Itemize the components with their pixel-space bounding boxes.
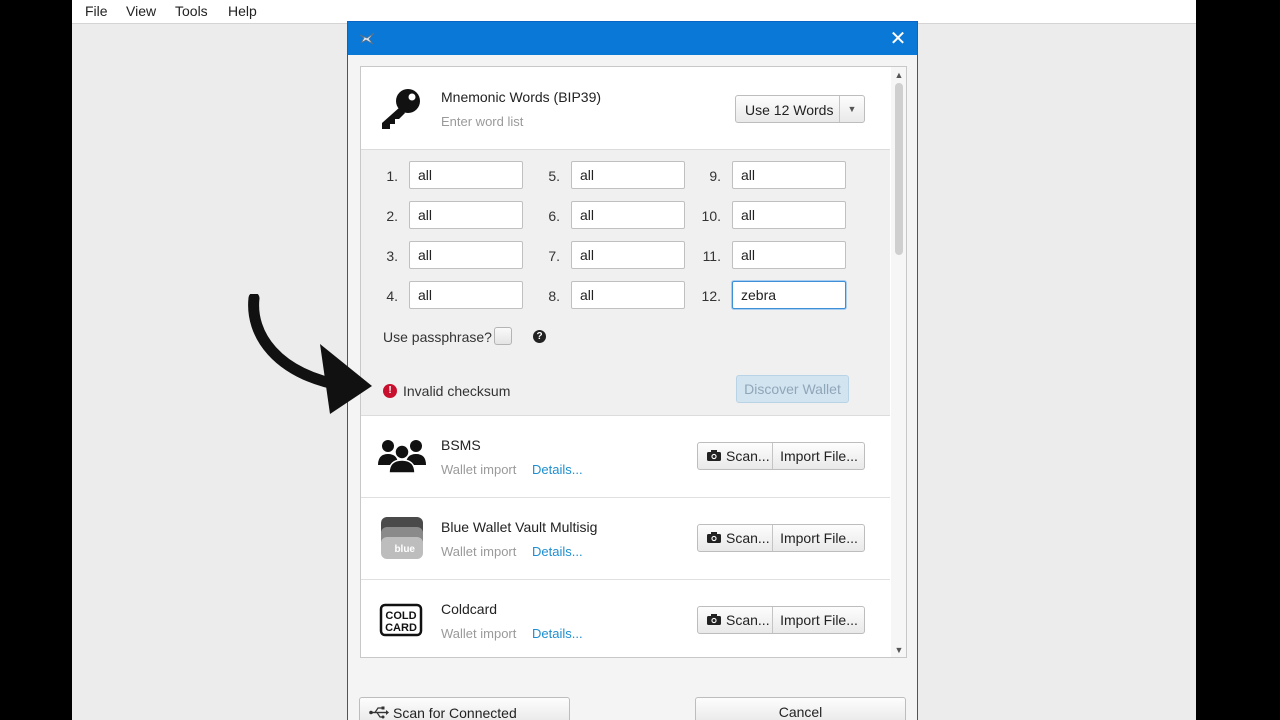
mnemonic-word-grid: 1. 2. 3. 4. 5. 6. 7. 8. 9. 10: [361, 149, 890, 416]
scan-button[interactable]: Scan...: [698, 443, 773, 469]
details-link[interactable]: Details...: [532, 462, 583, 477]
coldcard-icon-text: CARD: [385, 622, 417, 634]
error-icon: !: [383, 384, 397, 398]
word-input-1[interactable]: [409, 161, 523, 189]
word-input-3[interactable]: [409, 241, 523, 269]
chevron-down-icon[interactable]: ▼: [840, 96, 864, 122]
dialog-title-bar[interactable]: ✕: [348, 22, 917, 55]
import-subtitle: Wallet import: [441, 462, 517, 477]
word-number: 8.: [548, 288, 560, 304]
word-number: 3.: [386, 248, 398, 264]
import-title-bsms: BSMS: [441, 437, 481, 453]
passphrase-label: Use passphrase?: [383, 329, 492, 345]
camera-icon: [707, 532, 721, 543]
word-number: 12.: [701, 288, 721, 304]
scan-label: Scan...: [726, 612, 770, 628]
scan-devices-button[interactable]: Scan for Connected Devices: [359, 697, 570, 720]
import-row-bsms: BSMS Wallet import Details... Scan... Im…: [361, 416, 890, 498]
import-file-button[interactable]: Import File...: [774, 525, 864, 551]
word-input-10[interactable]: [732, 201, 846, 229]
word-number: 11.: [702, 248, 721, 264]
import-row-coldcard: COLD CARD Coldcard Wallet import Details…: [361, 580, 890, 657]
mnemonic-subtitle: Enter word list: [441, 114, 524, 129]
word-input-7[interactable]: [571, 241, 685, 269]
scroll-down-arrow-icon[interactable]: ▼: [891, 643, 906, 657]
word-number: 2.: [386, 208, 398, 224]
word-number: 5.: [548, 168, 560, 184]
word-input-12[interactable]: [732, 281, 846, 309]
key-icon: [382, 89, 420, 129]
menu-tools[interactable]: Tools: [175, 3, 208, 19]
import-buttons: Scan... Import File...: [697, 606, 865, 634]
import-file-button[interactable]: Import File...: [774, 607, 864, 633]
scan-label: Scan...: [726, 448, 770, 464]
mnemonic-title: Mnemonic Words (BIP39): [441, 89, 602, 105]
scan-button[interactable]: Scan...: [698, 607, 773, 633]
coldcard-icon: COLD CARD: [379, 603, 423, 637]
import-wallet-dialog: ✕ Mnemonic Words (BIP39) Enter word list…: [347, 21, 918, 720]
discover-wallet-button[interactable]: Discover Wallet: [736, 375, 849, 403]
word-input-9[interactable]: [732, 161, 846, 189]
word-number: 6.: [548, 208, 560, 224]
word-input-8[interactable]: [571, 281, 685, 309]
cancel-button[interactable]: Cancel: [695, 697, 906, 720]
menu-view[interactable]: View: [126, 3, 156, 19]
details-link[interactable]: Details...: [532, 544, 583, 559]
word-input-6[interactable]: [571, 201, 685, 229]
close-button[interactable]: ✕: [885, 26, 911, 52]
word-input-4[interactable]: [409, 281, 523, 309]
word-number: 1.: [386, 168, 398, 184]
word-number: 9.: [709, 168, 721, 184]
word-input-2[interactable]: [409, 201, 523, 229]
import-subtitle: Wallet import: [441, 544, 517, 559]
vertical-scrollbar[interactable]: ▲ ▼: [891, 67, 906, 657]
scroll-thumb[interactable]: [895, 83, 903, 255]
menu-file[interactable]: File: [85, 3, 108, 19]
passphrase-checkbox[interactable]: [494, 327, 512, 345]
import-file-button[interactable]: Import File...: [774, 443, 864, 469]
scan-devices-label: Scan for Connected Devices: [393, 705, 517, 720]
camera-icon: [707, 450, 721, 461]
word-number: 10.: [701, 208, 721, 224]
import-row-bluewallet: blue Blue Wallet Vault Multisig Wallet i…: [361, 498, 890, 580]
word-count-value: Use 12 Words: [745, 102, 834, 118]
import-buttons: Scan... Import File...: [697, 442, 865, 470]
import-subtitle: Wallet import: [441, 626, 517, 641]
checksum-error-message: Invalid checksum: [403, 383, 511, 399]
scroll-up-arrow-icon[interactable]: ▲: [891, 68, 906, 82]
mnemonic-header: Mnemonic Words (BIP39) Enter word list U…: [361, 67, 890, 149]
bluewallet-icon-text: blue: [394, 544, 415, 555]
word-count-dropdown[interactable]: Use 12 Words ▼: [735, 95, 865, 123]
coldcard-icon-text: COLD: [385, 610, 416, 622]
wallet-import-list: Mnemonic Words (BIP39) Enter word list U…: [360, 66, 907, 658]
sparrow-logo-icon: [359, 32, 375, 45]
menu-help[interactable]: Help: [228, 3, 257, 19]
annotation-arrow-icon: [248, 294, 372, 414]
import-buttons: Scan... Import File...: [697, 524, 865, 552]
details-link[interactable]: Details...: [532, 626, 583, 641]
group-icon: [378, 440, 426, 474]
word-input-11[interactable]: [732, 241, 846, 269]
camera-icon: [707, 614, 721, 625]
word-number: 7.: [548, 248, 560, 264]
scan-label: Scan...: [726, 530, 770, 546]
desktop-window: File View Tools Help ✕ Mnemonic Words (B…: [72, 0, 1196, 720]
scan-button[interactable]: Scan...: [698, 525, 773, 551]
word-input-5[interactable]: [571, 161, 685, 189]
bluewallet-icon: blue: [381, 517, 423, 559]
import-title-bluewallet: Blue Wallet Vault Multisig: [441, 519, 598, 535]
import-title-coldcard: Coldcard: [441, 601, 498, 617]
usb-icon: [369, 706, 389, 719]
help-icon[interactable]: ?: [533, 330, 546, 343]
